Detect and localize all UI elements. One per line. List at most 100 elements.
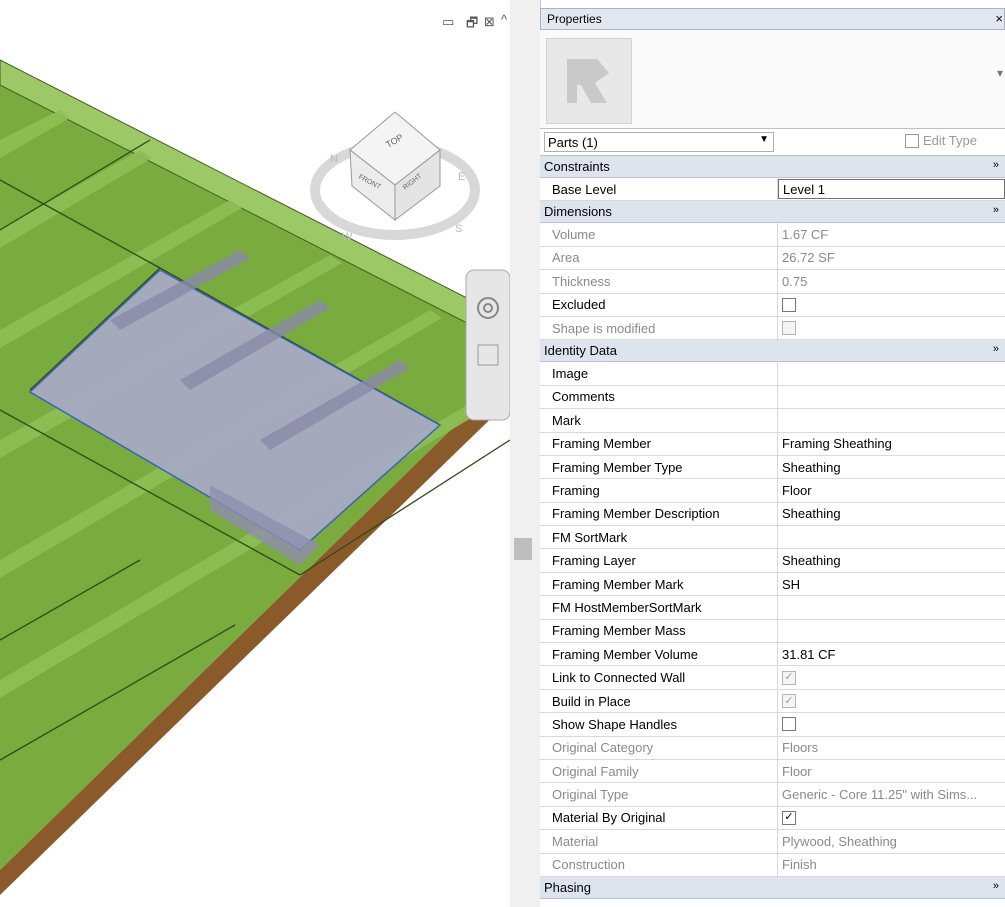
property-checkbox: ✓ [782, 670, 796, 685]
property-value[interactable] [778, 362, 1005, 384]
property-value-input[interactable]: Level 1 [778, 179, 1005, 200]
more-icon[interactable]: ▾ [997, 66, 1003, 80]
edit-type-button[interactable]: Edit Type [905, 133, 977, 148]
type-selector-dropdown[interactable]: Parts (1) ▼ [544, 132, 774, 152]
property-row[interactable]: Framing Member Volume 31.81 CF [540, 643, 1005, 667]
property-label: Area [540, 246, 778, 270]
property-row[interactable]: Base Level Level 1 [540, 178, 1005, 202]
type-preview: ▾ [540, 30, 1005, 129]
collapse-chevron-icon[interactable]: » [993, 204, 999, 216]
property-label: Framing Member Description [540, 502, 778, 526]
property-value-cell [778, 294, 1005, 316]
property-row[interactable]: FM HostMemberSortMark [540, 596, 1005, 620]
property-value[interactable] [778, 620, 1005, 642]
properties-palette: Properties × ▾ Parts (1) ▼ Edit Type Con… [540, 8, 1005, 907]
property-row[interactable]: Excluded [540, 293, 1005, 317]
property-label: Volume [540, 223, 778, 246]
properties-titlebar[interactable]: Properties × [540, 8, 1005, 30]
property-value[interactable]: Sheathing [778, 456, 1005, 478]
navigation-bar[interactable] [465, 269, 510, 421]
property-value[interactable] [778, 596, 1005, 618]
property-grid: Constraints » Base Level Level 1 Dimensions »… [540, 156, 1005, 899]
property-checkbox[interactable]: ✓ [782, 810, 796, 825]
3d-viewport[interactable]: TOP FRONT RIGHT N W S E ▭ 🗗 ⊠ ^ [0, 0, 510, 907]
property-checkbox: ✓ [782, 694, 796, 708]
property-row[interactable]: Framing Layer Sheathing [540, 549, 1005, 573]
property-label: Mark [540, 409, 778, 432]
property-value[interactable] [778, 409, 1005, 431]
property-value[interactable]: Sheathing [778, 549, 1005, 571]
minimize-icon[interactable]: ▭ [442, 14, 454, 30]
property-row[interactable]: Framing Member Framing Sheathing [540, 432, 1005, 456]
property-row[interactable]: Framing Member Description Sheathing [540, 502, 1005, 527]
property-row[interactable]: Mark [540, 409, 1005, 433]
property-row[interactable]: Material By Original ✓ [540, 806, 1005, 831]
property-label: Framing Member [540, 432, 778, 455]
property-row[interactable]: Framing Member Type Sheathing [540, 455, 1005, 480]
property-row[interactable]: Framing Floor [540, 479, 1005, 503]
property-label: Base Level [540, 178, 778, 201]
property-row[interactable]: Framing Member Mass [540, 619, 1005, 644]
property-value: Floors [782, 740, 819, 756]
property-value[interactable]: Floor [778, 479, 1005, 501]
compass-s-label: S [455, 223, 462, 235]
close-icon[interactable]: × [995, 11, 1003, 26]
property-row[interactable]: Framing Member Mark SH [540, 572, 1005, 597]
property-row: Volume 1.67 CF [540, 223, 1005, 247]
property-label: Thickness [540, 270, 778, 293]
property-row: Original Type Generic - Core 11.25" with … [540, 783, 1005, 807]
property-value: 0.75 [782, 273, 808, 289]
property-label: Link to Connected Wall [540, 666, 778, 689]
floor-model[interactable]: TOP FRONT RIGHT N W S E [0, 0, 510, 907]
property-value: Generic - Core 11.25" with Sims... [782, 787, 978, 803]
property-checkbox[interactable] [782, 717, 796, 732]
collapse-chevron-icon[interactable]: » [993, 880, 999, 892]
collapse-chevron-icon[interactable]: » [993, 343, 999, 355]
property-value[interactable] [778, 526, 1005, 548]
property-label: Original Family [540, 759, 778, 783]
property-value: 26.72 SF [782, 250, 835, 266]
close-view-icon[interactable]: ⊠ [484, 14, 495, 30]
property-label: Framing [540, 479, 778, 502]
property-value[interactable]: Framing Sheathing [778, 433, 1005, 455]
view-cube[interactable] [310, 111, 480, 240]
property-value-cell: ✓ [778, 666, 1005, 688]
property-value[interactable]: 31.81 CF [778, 643, 1005, 665]
chevron-down-icon: ▼ [759, 134, 769, 145]
property-label: Framing Layer [540, 549, 778, 572]
group-header[interactable]: Dimensions » [540, 201, 1005, 224]
collapse-chevron-icon[interactable]: » [993, 159, 999, 171]
group-header[interactable]: Identity Data » [540, 340, 1005, 363]
group-header[interactable]: Phasing » [540, 876, 1005, 899]
edit-type-icon [905, 133, 919, 148]
property-label: FM SortMark [540, 526, 778, 549]
property-value-cell: ✓ [778, 807, 1005, 829]
property-row[interactable]: Image [540, 362, 1005, 386]
property-row[interactable]: Show Shape Handles [540, 713, 1005, 737]
property-row: Original Family Floor [540, 759, 1005, 784]
property-row: Shape is modified [540, 316, 1005, 341]
edit-type-label: Edit Type [923, 133, 977, 148]
property-label: Show Shape Handles [540, 713, 778, 736]
property-value: 1.67 CF [782, 227, 829, 243]
property-row[interactable]: Comments [540, 385, 1005, 410]
property-label: FM HostMemberSortMark [540, 596, 778, 619]
restore-icon[interactable]: 🗗 [466, 14, 478, 36]
property-value[interactable]: SH [778, 573, 1005, 595]
property-row[interactable]: FM SortMark [540, 526, 1005, 550]
property-row[interactable]: Link to Connected Wall ✓ [540, 666, 1005, 690]
property-label: Framing Member Volume [540, 643, 778, 666]
property-label: Build in Place [540, 689, 778, 713]
property-label: Construction [540, 853, 778, 876]
property-value[interactable] [778, 386, 1005, 408]
property-label: Excluded [540, 293, 778, 316]
collapse-icon[interactable]: ^ [501, 12, 507, 27]
property-label: Comments [540, 385, 778, 409]
property-row[interactable]: Build in Place ✓ [540, 689, 1005, 714]
compass-w-label: W [342, 231, 353, 243]
splitter-grip[interactable] [514, 538, 532, 560]
panel-splitter[interactable] [510, 0, 541, 907]
property-value[interactable]: Sheathing [778, 503, 1005, 525]
group-header[interactable]: Constraints » [540, 156, 1005, 178]
property-checkbox[interactable] [782, 297, 796, 312]
